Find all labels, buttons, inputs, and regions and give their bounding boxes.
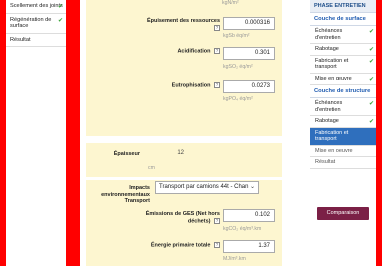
epuisement-label: Épuisement des ressources ? bbox=[146, 18, 220, 31]
help-icon[interactable]: ? bbox=[214, 48, 220, 54]
section-couche-surface: Couche de surface bbox=[310, 13, 376, 26]
help-icon[interactable]: ? bbox=[214, 82, 220, 88]
help-icon[interactable]: ? bbox=[214, 24, 220, 31]
left-nav-item-scellement[interactable]: Scellement des joints ✔ bbox=[6, 0, 66, 14]
nav-item-fabrication-structure[interactable]: Fabrication et transport bbox=[310, 127, 376, 146]
comparaison-button[interactable]: Comparaison bbox=[317, 207, 369, 220]
right-sidebar: PHASE ENTRETIEN Couche de surface Échéan… bbox=[310, 0, 376, 266]
epaisseur-label: Épaisseur bbox=[113, 151, 140, 157]
check-icon: ✔ bbox=[57, 4, 63, 10]
ges-label: Émissions de GES (Net hors déchets) ? bbox=[145, 211, 220, 224]
previous-unit: kgN/m² bbox=[222, 0, 239, 6]
help-icon[interactable]: ? bbox=[214, 217, 220, 224]
nav-item-echeances-surface[interactable]: Échéances d'entretien ✔ bbox=[310, 26, 376, 44]
acidification-label: Acidification ? bbox=[177, 48, 220, 55]
red-frame-middle bbox=[66, 0, 80, 266]
nav-item-resultat[interactable]: Résultat bbox=[310, 157, 376, 169]
left-sidebar: Scellement des joints ✔ Régénération de … bbox=[6, 0, 66, 266]
left-nav-item-resultat[interactable]: Résultat bbox=[6, 34, 66, 47]
check-icon: ✔ bbox=[368, 76, 374, 83]
epuisement-value[interactable]: 0.000316 bbox=[223, 17, 275, 30]
left-nav-item-regeneration[interactable]: Régénération de surface ✔ bbox=[6, 14, 66, 34]
check-icon: ✔ bbox=[57, 17, 63, 24]
nav-item-mise-en-oeuvre-surface[interactable]: Mise en œuvre ✔ bbox=[310, 74, 376, 85]
ges-unit: kgCO₂ éq/m³.km bbox=[223, 226, 262, 232]
chevron-down-icon: ⌄ bbox=[249, 184, 255, 190]
energie-unit: MJ/m³.km bbox=[223, 256, 246, 262]
transport-select-value: Transport par camions 44t - Chan bbox=[159, 184, 249, 190]
check-icon: ✔ bbox=[368, 101, 374, 107]
main-content: kgN/m² Épuisement des ressources ? 0.000… bbox=[80, 0, 310, 266]
acidification-value[interactable]: 0.301 bbox=[223, 47, 275, 60]
check-icon: ✔ bbox=[368, 58, 374, 65]
transport-label: Impacts environnementaux Transport bbox=[101, 185, 150, 204]
energie-value[interactable]: 1.37 bbox=[223, 240, 275, 253]
red-frame-right bbox=[376, 0, 382, 266]
nav-item-rabotage-surface[interactable]: Rabotage ✔ bbox=[310, 44, 376, 56]
phase-header: PHASE ENTRETIEN bbox=[310, 0, 376, 13]
section-couche-structure: Couche de structure bbox=[310, 85, 376, 98]
left-nav-item-label: Régénération de surface bbox=[10, 16, 52, 30]
nav-item-fabrication-surface[interactable]: Fabrication et transport ✔ bbox=[310, 56, 376, 74]
check-icon: ✔ bbox=[368, 119, 374, 125]
ges-value[interactable]: 0.102 bbox=[223, 209, 275, 222]
eutrophisation-unit: kgPO₄ éq/m² bbox=[223, 96, 253, 102]
nav-item-echeances-structure[interactable]: Échéances d'entretien ✔ bbox=[310, 98, 376, 116]
left-nav-item-label: Résultat bbox=[10, 36, 31, 43]
epaisseur-unit: cm bbox=[148, 165, 155, 171]
left-nav-item-label: Scellement des joints bbox=[10, 3, 63, 9]
acidification-unit: kgSO₂ éq/m² bbox=[223, 64, 253, 70]
check-icon: ✔ bbox=[368, 47, 374, 53]
eutrophisation-label: Eutrophisation ? bbox=[171, 82, 220, 89]
transport-select[interactable]: Transport par camions 44t - Chan ⌄ bbox=[155, 181, 259, 194]
help-icon[interactable]: ? bbox=[214, 242, 220, 248]
nav-item-mise-en-oeuvre-structure[interactable]: Mise en oeuvre bbox=[310, 146, 376, 157]
eutrophisation-value[interactable]: 0.0273 bbox=[223, 80, 275, 93]
check-icon: ✔ bbox=[368, 29, 374, 35]
nav-item-rabotage-structure[interactable]: Rabotage ✔ bbox=[310, 116, 376, 128]
energie-label: Énergie primaire totale ? bbox=[150, 242, 220, 249]
epuisement-unit: kgSb éq/m² bbox=[223, 33, 250, 39]
epaisseur-value[interactable]: 12 bbox=[148, 148, 188, 161]
